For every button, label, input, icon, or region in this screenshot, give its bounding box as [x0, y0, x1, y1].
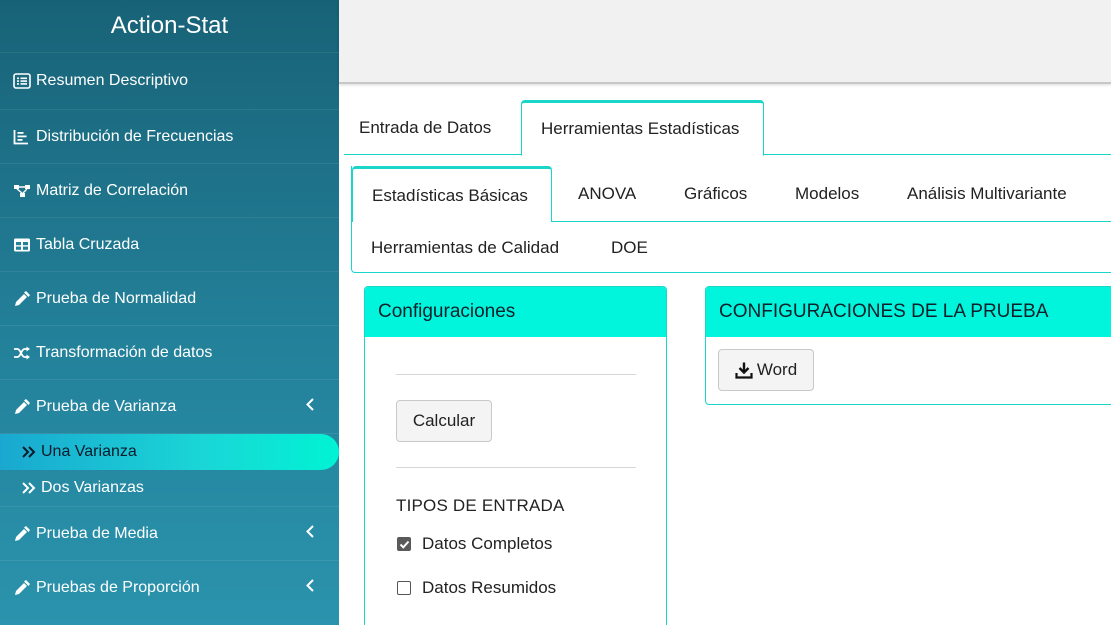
tab-estadisticas-basicas[interactable]: Estadísticas Básicas: [352, 166, 552, 222]
table-icon: [13, 236, 33, 254]
sidebar-item-pruebas-proporcion[interactable]: Pruebas de Proporción: [0, 560, 339, 614]
chevron-left-icon[interactable]: [305, 524, 315, 543]
divider: [396, 374, 636, 375]
sidebar-subitem-label: Dos Varianzas: [41, 479, 144, 496]
list-icon: [13, 72, 33, 90]
main-tabs: Entrada de Datos Herramientas Estadístic…: [344, 100, 1111, 156]
tab-modelos[interactable]: Modelos: [795, 168, 859, 220]
tab-entrada-datos[interactable]: Entrada de Datos: [344, 100, 521, 155]
sidebar: Action-Stat Resumen Descriptivo Distribu…: [0, 0, 339, 625]
panel-title: CONFIGURACIONES DE LA PRUEBA: [706, 287, 1111, 337]
option-label: Datos Resumidos: [422, 578, 557, 597]
sidebar-item-label: Matriz de Correlación: [36, 181, 189, 199]
sub-tabs: Estadísticas Básicas ANOVA Gráficos Mode…: [351, 166, 1111, 273]
sidebar-item-label: Prueba de Normalidad: [36, 289, 197, 307]
divider: [396, 467, 636, 468]
app-title: Action-Stat: [110, 12, 229, 39]
sidebar-item-label: Pruebas de Proporción: [36, 578, 200, 596]
sidebar-item-resumen-descriptivo[interactable]: Resumen Descriptivo: [0, 52, 339, 109]
tab-anova[interactable]: ANOVA: [578, 168, 636, 220]
tab-graficos[interactable]: Gráficos: [684, 168, 747, 220]
eyedropper-icon: [13, 525, 33, 543]
word-button-label: Word: [756, 360, 798, 379]
sidebar-item-label: Distribución de Frecuencias: [36, 127, 234, 145]
bar-chart-icon: [13, 128, 33, 146]
download-icon: [735, 361, 753, 379]
sidebar-item-label: Resumen Descriptivo: [36, 72, 189, 89]
eyedropper-icon: [13, 579, 33, 597]
option-label: Datos Completos: [422, 534, 553, 553]
configuraciones-panel: Configuraciones Calcular TIPOS DE ENTRAD…: [364, 286, 667, 625]
checkbox-unchecked[interactable]: [397, 581, 411, 595]
chevron-left-icon[interactable]: [305, 397, 315, 416]
word-download-button[interactable]: Word: [718, 349, 814, 391]
top-header-bar: [339, 0, 1111, 84]
double-chevron-right-icon: [21, 445, 39, 459]
sidebar-subitem-label: Una Varianza: [41, 443, 137, 460]
sidebar-subitem-dos-varianzas[interactable]: Dos Varianzas: [0, 470, 339, 506]
sidebar-item-transformacion-datos[interactable]: Transformación de datos: [0, 325, 339, 379]
sidebar-subitem-una-varianza[interactable]: Una Varianza: [0, 434, 339, 470]
tab-herramientas-estadisticas[interactable]: Herramientas Estadísticas: [521, 100, 764, 156]
sidebar-item-label: Transformación de datos: [36, 343, 213, 361]
eyedropper-icon: [13, 398, 33, 416]
calcular-button[interactable]: Calcular: [396, 400, 492, 442]
tab-doe[interactable]: DOE: [611, 222, 648, 274]
eyedropper-icon: [13, 290, 33, 308]
sidebar-item-matriz-correlacion[interactable]: Matriz de Correlación: [0, 163, 339, 217]
shuffle-icon: [13, 344, 33, 362]
chevron-left-icon[interactable]: [305, 578, 315, 597]
sidebar-item-prueba-normalidad[interactable]: Prueba de Normalidad: [0, 271, 339, 325]
tab-divider: [551, 221, 1111, 222]
sidebar-item-label: Tabla Cruzada: [36, 235, 140, 253]
double-chevron-right-icon: [21, 481, 39, 495]
panel-title: Configuraciones: [365, 287, 666, 337]
input-types-title: TIPOS DE ENTRADA: [396, 496, 565, 515]
network-icon: [13, 182, 33, 200]
submenu-prueba-varianza: Una Varianza Dos Varianzas: [0, 433, 339, 506]
option-datos-completos[interactable]: Datos Completos: [397, 534, 552, 554]
sidebar-item-tabla-cruzada[interactable]: Tabla Cruzada: [0, 217, 339, 271]
checkbox-checked[interactable]: [397, 537, 411, 551]
tab-analisis-multivariante[interactable]: Análisis Multivariante: [907, 168, 1067, 220]
option-datos-resumidos[interactable]: Datos Resumidos: [397, 578, 556, 598]
sidebar-item-label: Prueba de Varianza: [36, 397, 177, 415]
sidebar-item-label: Prueba de Media: [36, 524, 158, 542]
sidebar-item-distribucion-frecuencias[interactable]: Distribución de Frecuencias: [0, 109, 339, 163]
tab-herramientas-calidad[interactable]: Herramientas de Calidad: [371, 222, 559, 274]
sidebar-item-prueba-media[interactable]: Prueba de Media: [0, 506, 339, 560]
sidebar-item-prueba-varianza[interactable]: Prueba de Varianza: [0, 379, 339, 433]
configuraciones-prueba-panel: CONFIGURACIONES DE LA PRUEBA Word: [705, 286, 1111, 405]
